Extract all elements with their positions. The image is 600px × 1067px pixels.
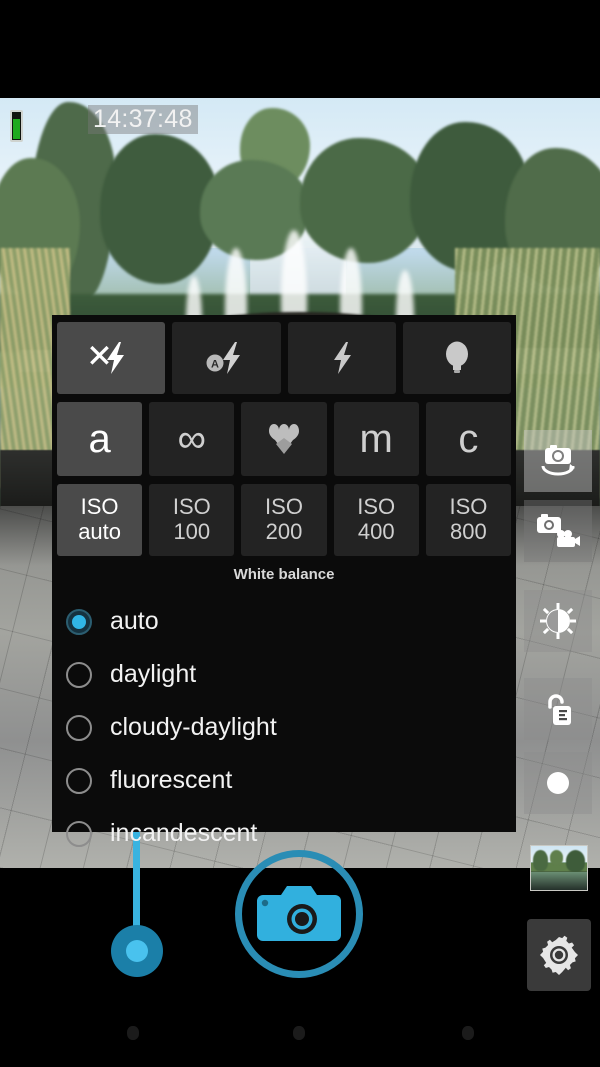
- iso-400-button[interactable]: ISO 400: [333, 484, 419, 556]
- shutter-button[interactable]: [235, 850, 363, 978]
- camera-settings-popup: A a ∞ m c ISO auto ISO 100 ISO 200 ISO 4…: [52, 315, 516, 847]
- exposure-brightness-icon: [540, 603, 576, 639]
- timestamp-label: 14:37:48: [88, 105, 198, 134]
- iso-row: ISO auto ISO 100 ISO 200 ISO 400 ISO 800: [52, 484, 516, 556]
- white-balance-option-daylight[interactable]: daylight: [52, 648, 516, 701]
- macro-flower-icon: [269, 424, 299, 454]
- gallery-thumbnail-button[interactable]: [530, 845, 588, 891]
- white-balance-label: auto: [110, 607, 159, 635]
- iso-800-button[interactable]: ISO 800: [425, 484, 512, 556]
- camera-shutter-icon: [257, 886, 341, 941]
- nav-recents-dot[interactable]: [462, 1026, 474, 1040]
- flash-on-icon: [333, 342, 351, 374]
- exposure-lock-open-icon: [548, 694, 571, 725]
- focus-continuous-button[interactable]: c: [425, 402, 512, 476]
- iso-800-line2: 800: [450, 519, 487, 544]
- white-balance-label: daylight: [110, 660, 197, 688]
- white-balance-label: cloudy-daylight: [110, 713, 277, 741]
- radio-unselected-icon: [66, 661, 92, 688]
- focus-infinity-button[interactable]: ∞: [149, 402, 235, 476]
- iso-400-line2: 400: [357, 519, 395, 544]
- android-nav-bar: [0, 1000, 600, 1067]
- face-detection-button[interactable]: [524, 752, 592, 814]
- thumbnail-water: [531, 871, 587, 890]
- face-detection-icon: [547, 772, 569, 794]
- iso-200-line1: ISO: [265, 494, 303, 520]
- flash-off-button[interactable]: [57, 322, 166, 394]
- white-balance-label: fluorescent: [110, 766, 233, 794]
- focus-manual-button[interactable]: m: [333, 402, 419, 476]
- battery-level-fill: [13, 118, 20, 139]
- white-balance-radio-group: auto daylight cloudy-daylight fluorescen…: [52, 595, 516, 860]
- battery-icon: [10, 110, 23, 142]
- iso-auto-line1: ISO: [80, 494, 119, 520]
- torch-button[interactable]: [402, 322, 511, 394]
- nav-home-dot[interactable]: [293, 1026, 305, 1040]
- zoom-slider-handle-dot: [126, 940, 148, 962]
- flash-mode-row: A: [52, 315, 516, 394]
- exposure-button[interactable]: [524, 590, 592, 652]
- focus-infinity-label: ∞: [177, 416, 207, 461]
- white-balance-option-incandescent[interactable]: incandescent: [52, 807, 516, 860]
- white-balance-option-fluorescent[interactable]: fluorescent: [52, 754, 516, 807]
- iso-100-line1: ISO: [172, 494, 211, 520]
- top-letterbox: [0, 0, 600, 98]
- thumbnail-tree: [550, 850, 564, 866]
- exposure-lock-button[interactable]: [524, 678, 592, 740]
- flash-on-button[interactable]: [287, 322, 396, 394]
- photo-video-toggle-icon: [537, 514, 580, 547]
- settings-button[interactable]: [527, 919, 591, 991]
- white-balance-option-auto[interactable]: auto: [52, 595, 516, 648]
- svg-text:A: A: [211, 359, 219, 371]
- focus-manual-label: m: [359, 416, 393, 461]
- photo-video-toggle-button[interactable]: [524, 500, 592, 562]
- gear-icon: [540, 935, 578, 975]
- radio-unselected-icon: [66, 714, 92, 741]
- switch-camera-button[interactable]: [524, 430, 592, 492]
- white-balance-title: White balance: [233, 566, 335, 583]
- switch-camera-icon: [541, 445, 575, 476]
- camera-app-screen: 14:37:48 memory: 4.6GB Angle: 1.0° Direc…: [0, 0, 600, 1067]
- iso-100-line2: 100: [173, 519, 211, 544]
- white-balance-option-cloudy-daylight[interactable]: cloudy-daylight: [52, 701, 516, 754]
- focus-mode-row: a ∞ m c: [52, 402, 516, 476]
- thumbnail-tree: [533, 850, 548, 871]
- focus-macro-button[interactable]: [241, 402, 327, 476]
- thumbnail-tree: [565, 850, 585, 873]
- focus-continuous-label: c: [458, 416, 479, 461]
- flash-auto-icon: A: [206, 342, 241, 374]
- torch-icon: [445, 341, 468, 373]
- focus-auto-label: a: [88, 416, 111, 461]
- iso-auto-line2: auto: [78, 519, 122, 544]
- iso-800-line1: ISO: [449, 494, 488, 520]
- flash-auto-button[interactable]: A: [172, 322, 281, 394]
- radio-selected-icon: [66, 608, 92, 635]
- iso-400-line1: ISO: [357, 494, 396, 520]
- white-balance-label: incandescent: [110, 819, 258, 847]
- nav-back-dot[interactable]: [127, 1026, 139, 1040]
- focus-auto-button[interactable]: a: [57, 402, 143, 476]
- flash-off-icon: [90, 342, 125, 374]
- iso-auto-button[interactable]: ISO auto: [57, 484, 143, 556]
- iso-200-button[interactable]: ISO 200: [241, 484, 327, 556]
- iso-100-button[interactable]: ISO 100: [149, 484, 235, 556]
- iso-200-line2: 200: [265, 519, 303, 544]
- radio-unselected-icon: [66, 820, 92, 847]
- radio-unselected-icon: [66, 767, 92, 794]
